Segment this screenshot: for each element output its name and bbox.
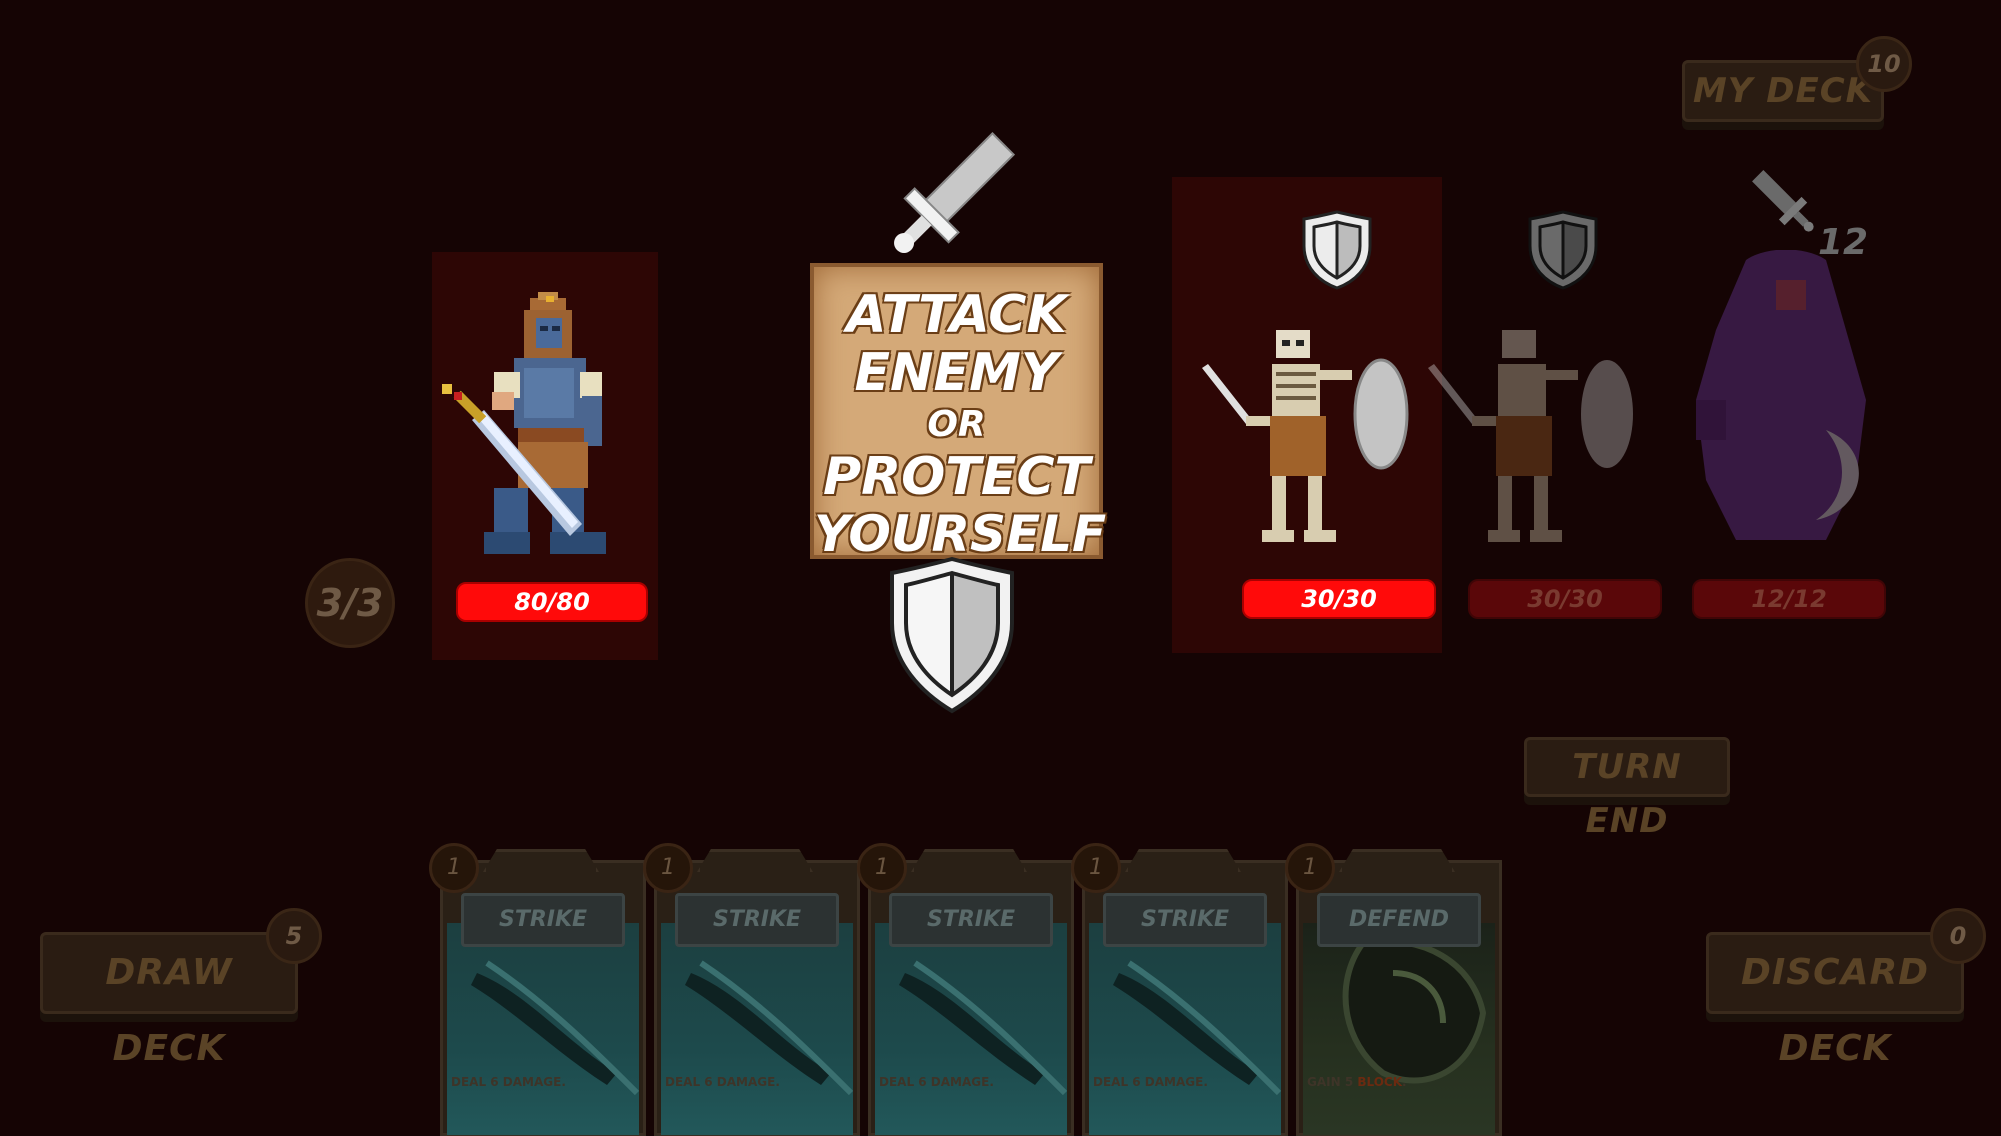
card-cost: 1 (1071, 843, 1121, 893)
sign-line-5: YOURSELF (814, 505, 1107, 563)
card-tab (483, 849, 599, 872)
turn-end-button[interactable]: TURN END (1524, 737, 1730, 841)
card-title: STRIKE (1103, 893, 1267, 947)
player-hp-value: 80/80 (514, 588, 590, 616)
card-art (1303, 923, 1495, 1135)
card-description: DEAL 6 DAMAGE. (665, 1075, 780, 1089)
card-tab (1125, 849, 1241, 872)
card-art (661, 923, 853, 1135)
player-panel: 80/80 (432, 252, 658, 660)
player-character (442, 292, 606, 554)
discard-deck-button[interactable]: DISCARD DECK (1706, 932, 1964, 1069)
energy-orb: 3/3 (305, 558, 395, 648)
blade-art (471, 960, 639, 1096)
card-description: DEAL 6 DAMAGE. (1093, 1075, 1208, 1089)
card-description: DEAL 6 DAMAGE. (879, 1075, 994, 1089)
enemy-skeleton (1202, 330, 1409, 542)
draw-deck-button[interactable]: DRAW DECK (40, 932, 298, 1069)
sign-line-2: ENEMY (854, 343, 1059, 403)
hand-card[interactable]: STRIKE DEAL 6 DAMAGE. 1 (857, 843, 1074, 1136)
draw-deck-label: DRAW DECK (105, 952, 233, 1069)
my-deck-button[interactable]: MY DECK (1682, 60, 1884, 122)
card-title: STRIKE (461, 893, 625, 947)
discard-deck-count: 0 (1949, 922, 1967, 950)
card-description-suffix: . (1402, 1075, 1407, 1089)
hand-card[interactable]: DEFEND GAIN 5 BLOCK. 1 (1285, 843, 1502, 1136)
shield-icon (1302, 210, 1372, 290)
enemy-skeleton-dim (1428, 330, 1633, 542)
card-cost: 1 (643, 843, 693, 893)
my-deck-label: MY DECK (1692, 71, 1874, 111)
sign-line-3: OR (927, 404, 986, 445)
sign-line-4: PROTECT (823, 447, 1090, 507)
card-art (1089, 923, 1281, 1135)
sword-icon (894, 131, 1016, 253)
enemy-wraith-dim (1696, 250, 1866, 540)
card-title: STRIKE (675, 893, 839, 947)
blade-art (1113, 960, 1281, 1096)
card-art (875, 923, 1067, 1135)
enemy-hp-value: 12/12 (1751, 585, 1827, 613)
sword-icon (1752, 170, 1814, 232)
card-description-prefix: GAIN 5 (1307, 1075, 1358, 1089)
draw-deck-count-badge: 5 (266, 908, 322, 964)
enemy-hp-bar: 12/12 (1692, 579, 1886, 619)
discard-deck-label: DISCARD DECK (1740, 952, 1930, 1069)
card-description: DEAL 6 DAMAGE. (451, 1075, 566, 1089)
shield-icon (890, 556, 1014, 714)
shield-icon (1528, 210, 1598, 290)
enemy-hp-value: 30/30 (1527, 585, 1603, 613)
energy-value: 3/3 (316, 581, 384, 625)
enemy-hp-value: 30/30 (1301, 585, 1377, 613)
card-description-keyword: BLOCK (1357, 1075, 1403, 1089)
card-title: STRIKE (889, 893, 1053, 947)
card-tab (1339, 849, 1455, 872)
card-cost: 1 (1285, 843, 1335, 893)
card-title: DEFEND (1317, 893, 1481, 947)
sign-line-1: ATTACK (846, 285, 1067, 345)
enemy-hp-bar: 30/30 (1242, 579, 1436, 619)
tutorial-sign: ATTACK ENEMY OR PROTECT YOURSELF (810, 263, 1107, 563)
card-tab (911, 849, 1027, 872)
card-cost: 1 (857, 843, 907, 893)
shield-art (1342, 938, 1487, 1084)
discard-deck-count-badge: 0 (1930, 908, 1986, 964)
turn-end-label: TURN END (1572, 747, 1682, 841)
blade-art (899, 960, 1067, 1096)
hand-card[interactable]: STRIKE DEAL 6 DAMAGE. 1 (429, 843, 646, 1136)
card-description: GAIN 5 BLOCK. (1307, 1075, 1407, 1089)
blade-art (685, 960, 853, 1096)
hand-card[interactable]: STRIKE DEAL 6 DAMAGE. 1 (1071, 843, 1288, 1136)
card-tab (697, 849, 813, 872)
card-cost: 1 (429, 843, 479, 893)
player-hp-bar: 80/80 (456, 582, 648, 622)
my-deck-count: 10 (1867, 50, 1901, 78)
my-deck-count-badge: 10 (1856, 36, 1912, 92)
draw-deck-count: 5 (285, 922, 303, 950)
hand-card[interactable]: STRIKE DEAL 6 DAMAGE. 1 (643, 843, 860, 1136)
card-art (447, 923, 639, 1135)
enemy-hp-bar: 30/30 (1468, 579, 1662, 619)
